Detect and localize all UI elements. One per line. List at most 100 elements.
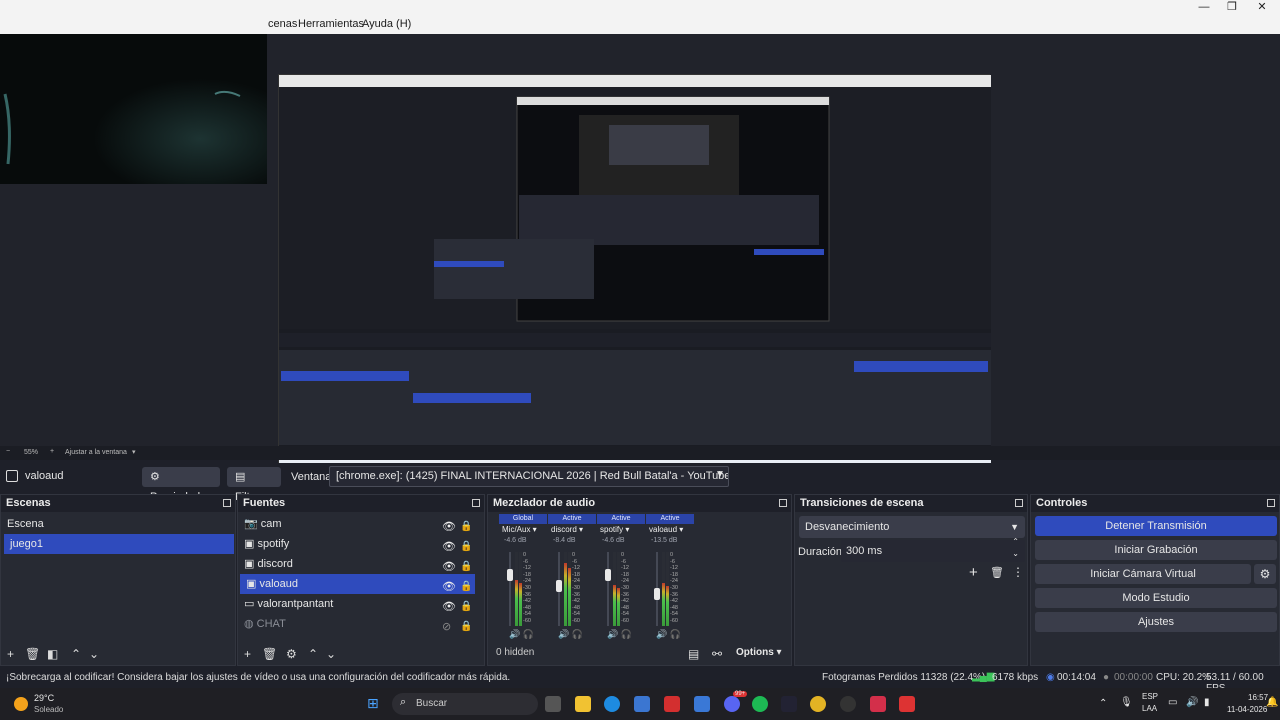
dock-float-icon[interactable]	[1267, 499, 1275, 507]
spotify-icon[interactable]	[752, 696, 768, 712]
discord-icon[interactable]	[724, 696, 740, 712]
channel-name[interactable]: spotify ▾	[597, 524, 645, 536]
lock-icon[interactable]: 🔒	[460, 617, 472, 637]
eye-icon[interactable]: 👁	[442, 577, 456, 597]
lock-icon[interactable]: 🔒	[460, 517, 472, 537]
stepper-icon[interactable]: ⌃ ⌄	[1012, 536, 1019, 560]
volume-icon[interactable]: 🔊	[1186, 697, 1198, 708]
source-item-valorantpantant[interactable]: ▭ valorantpantant	[238, 594, 475, 614]
volume-fader-knob[interactable]	[654, 588, 660, 600]
source-item-cam[interactable]: 📷 cam	[238, 514, 475, 534]
dock-float-icon[interactable]	[472, 499, 480, 507]
layout-icon[interactable]: ▤	[688, 647, 699, 661]
headphones-icon[interactable]: 🎧	[670, 629, 681, 639]
start-recording-button[interactable]: Iniciar Grabación	[1035, 540, 1277, 560]
lock-icon[interactable]: 🔒	[460, 537, 472, 557]
zoom-in-button[interactable]: +	[50, 448, 54, 455]
speaker-icon[interactable]: 🔊	[607, 629, 618, 639]
virtual-camera-settings-button[interactable]: ⚙	[1254, 564, 1276, 584]
stop-streaming-button[interactable]: Detener Transmisión	[1035, 516, 1277, 536]
window-select[interactable]: [chrome.exe]: (1425) FINAL INTERNACIONAL…	[329, 466, 729, 487]
volume-fader-knob[interactable]	[605, 569, 611, 581]
filters-button[interactable]: ▤ Filtros	[227, 467, 281, 503]
speaker-icon[interactable]: 🔊	[656, 629, 667, 639]
app-icon[interactable]	[694, 696, 710, 712]
source-item-valoaud[interactable]: ▣ valoaud	[240, 574, 475, 594]
speaker-icon[interactable]: 🔊	[509, 629, 520, 639]
trash-icon[interactable]: 🗑	[990, 566, 1004, 579]
link-icon[interactable]: ⚯	[712, 647, 722, 661]
close-button[interactable]: ✕	[1250, 0, 1274, 14]
zoom-out-button[interactable]: −	[6, 448, 10, 455]
windows-start-icon[interactable]: ⊞	[367, 695, 379, 712]
transition-select[interactable]: Desvanecimiento ▼	[799, 516, 1025, 538]
network-icon[interactable]: ▭	[1168, 697, 1177, 708]
microphone-icon[interactable]: 🎙	[1120, 697, 1133, 708]
scene-item-selected[interactable]: juego1	[4, 534, 234, 554]
chevron-down-icon[interactable]: ⌄	[89, 647, 99, 661]
dock-float-icon[interactable]	[1015, 499, 1023, 507]
volume-meter[interactable]: 0 -6 -12 -18 -24 -30 -36 -42 -48 -54 -60	[548, 552, 594, 626]
trash-icon[interactable]: 🗑	[25, 647, 40, 661]
chevron-up-icon[interactable]: ⌃	[71, 647, 81, 661]
properties-button[interactable]: ⚙ Propiedades	[142, 467, 220, 503]
eye-icon[interactable]: 👁	[442, 537, 456, 557]
add-icon[interactable]: +	[969, 564, 978, 581]
headphones-icon[interactable]: 🎧	[523, 629, 534, 639]
app-l-icon[interactable]	[664, 696, 680, 712]
language-code[interactable]: ESP	[1142, 692, 1158, 701]
menu-help[interactable]: Ayuda (H)	[362, 18, 411, 30]
settings-button[interactable]: Ajustes	[1035, 612, 1277, 632]
more-icon[interactable]: ⋮	[1012, 565, 1024, 579]
channel-name[interactable]: valoaud ▾	[646, 524, 694, 536]
battery-icon[interactable]: ▮	[1204, 697, 1210, 708]
eye-icon[interactable]: 👁	[442, 517, 456, 537]
menu-scenes[interactable]: cenas	[268, 18, 297, 30]
chevron-up-icon[interactable]: ⌃	[308, 647, 318, 661]
options-button[interactable]: Options ▾	[736, 647, 782, 658]
file-explorer-icon[interactable]	[575, 696, 591, 712]
filters-icon[interactable]: ◧	[47, 647, 58, 661]
scene-item[interactable]: Escena	[1, 514, 234, 534]
volume-meter[interactable]: 0 -6 -12 -18 -24 -30 -36 -42 -48 -54 -60	[499, 552, 545, 626]
notifications-icon[interactable]: 🔔	[1266, 697, 1278, 708]
edge-icon[interactable]	[604, 696, 620, 712]
store-icon[interactable]	[634, 696, 650, 712]
add-icon[interactable]: +	[244, 647, 251, 661]
dock-float-icon[interactable]	[223, 499, 231, 507]
trash-icon[interactable]: 🗑	[262, 647, 277, 661]
steam-icon[interactable]	[781, 696, 797, 712]
duration-input[interactable]: 300 ms ⌃ ⌄	[841, 537, 1025, 562]
chevron-down-icon[interactable]: ⌄	[326, 647, 336, 661]
eye-icon[interactable]: 👁	[442, 557, 456, 577]
task-view-icon[interactable]	[545, 696, 561, 712]
minimize-button[interactable]: —	[1192, 0, 1216, 14]
preview-canvas[interactable]	[278, 74, 991, 476]
source-item-discord[interactable]: ▣ discord	[238, 554, 475, 574]
add-icon[interactable]: +	[7, 647, 14, 661]
headphones-icon[interactable]: 🎧	[572, 629, 583, 639]
eye-hidden-icon[interactable]: ⊘	[442, 617, 456, 637]
speaker-icon[interactable]: 🔊	[558, 629, 569, 639]
channel-name[interactable]: discord ▾	[548, 524, 596, 536]
channel-name[interactable]: Mic/Aux ▾	[499, 524, 547, 536]
volume-meter[interactable]: 0 -6 -12 -18 -24 -30 -36 -42 -48 -54 -60	[597, 552, 643, 626]
headphones-icon[interactable]: 🎧	[621, 629, 632, 639]
menu-tools[interactable]: Herramientas	[298, 18, 364, 30]
studio-mode-button[interactable]: Modo Estudio	[1035, 588, 1277, 608]
obs-icon[interactable]	[840, 696, 856, 712]
gear-icon[interactable]: ⚙	[286, 647, 297, 661]
taskbar-search[interactable]: ⌕ Buscar	[392, 693, 538, 715]
lock-icon[interactable]: 🔒	[460, 597, 472, 617]
lock-icon[interactable]: 🔒	[460, 557, 472, 577]
chrome-icon[interactable]	[810, 696, 826, 712]
fit-dropdown-icon[interactable]: ▾	[132, 448, 136, 456]
volume-fader-knob[interactable]	[507, 569, 513, 581]
volume-fader-knob[interactable]	[556, 580, 562, 592]
valorant-icon[interactable]	[870, 696, 886, 712]
maximize-button[interactable]: ❐	[1220, 0, 1244, 14]
source-item-spotify[interactable]: ▣ spotify	[238, 534, 475, 554]
chevron-down-icon[interactable]: ▼	[712, 469, 728, 480]
app-icon[interactable]	[899, 696, 915, 712]
lock-icon[interactable]: 🔒	[460, 577, 472, 597]
